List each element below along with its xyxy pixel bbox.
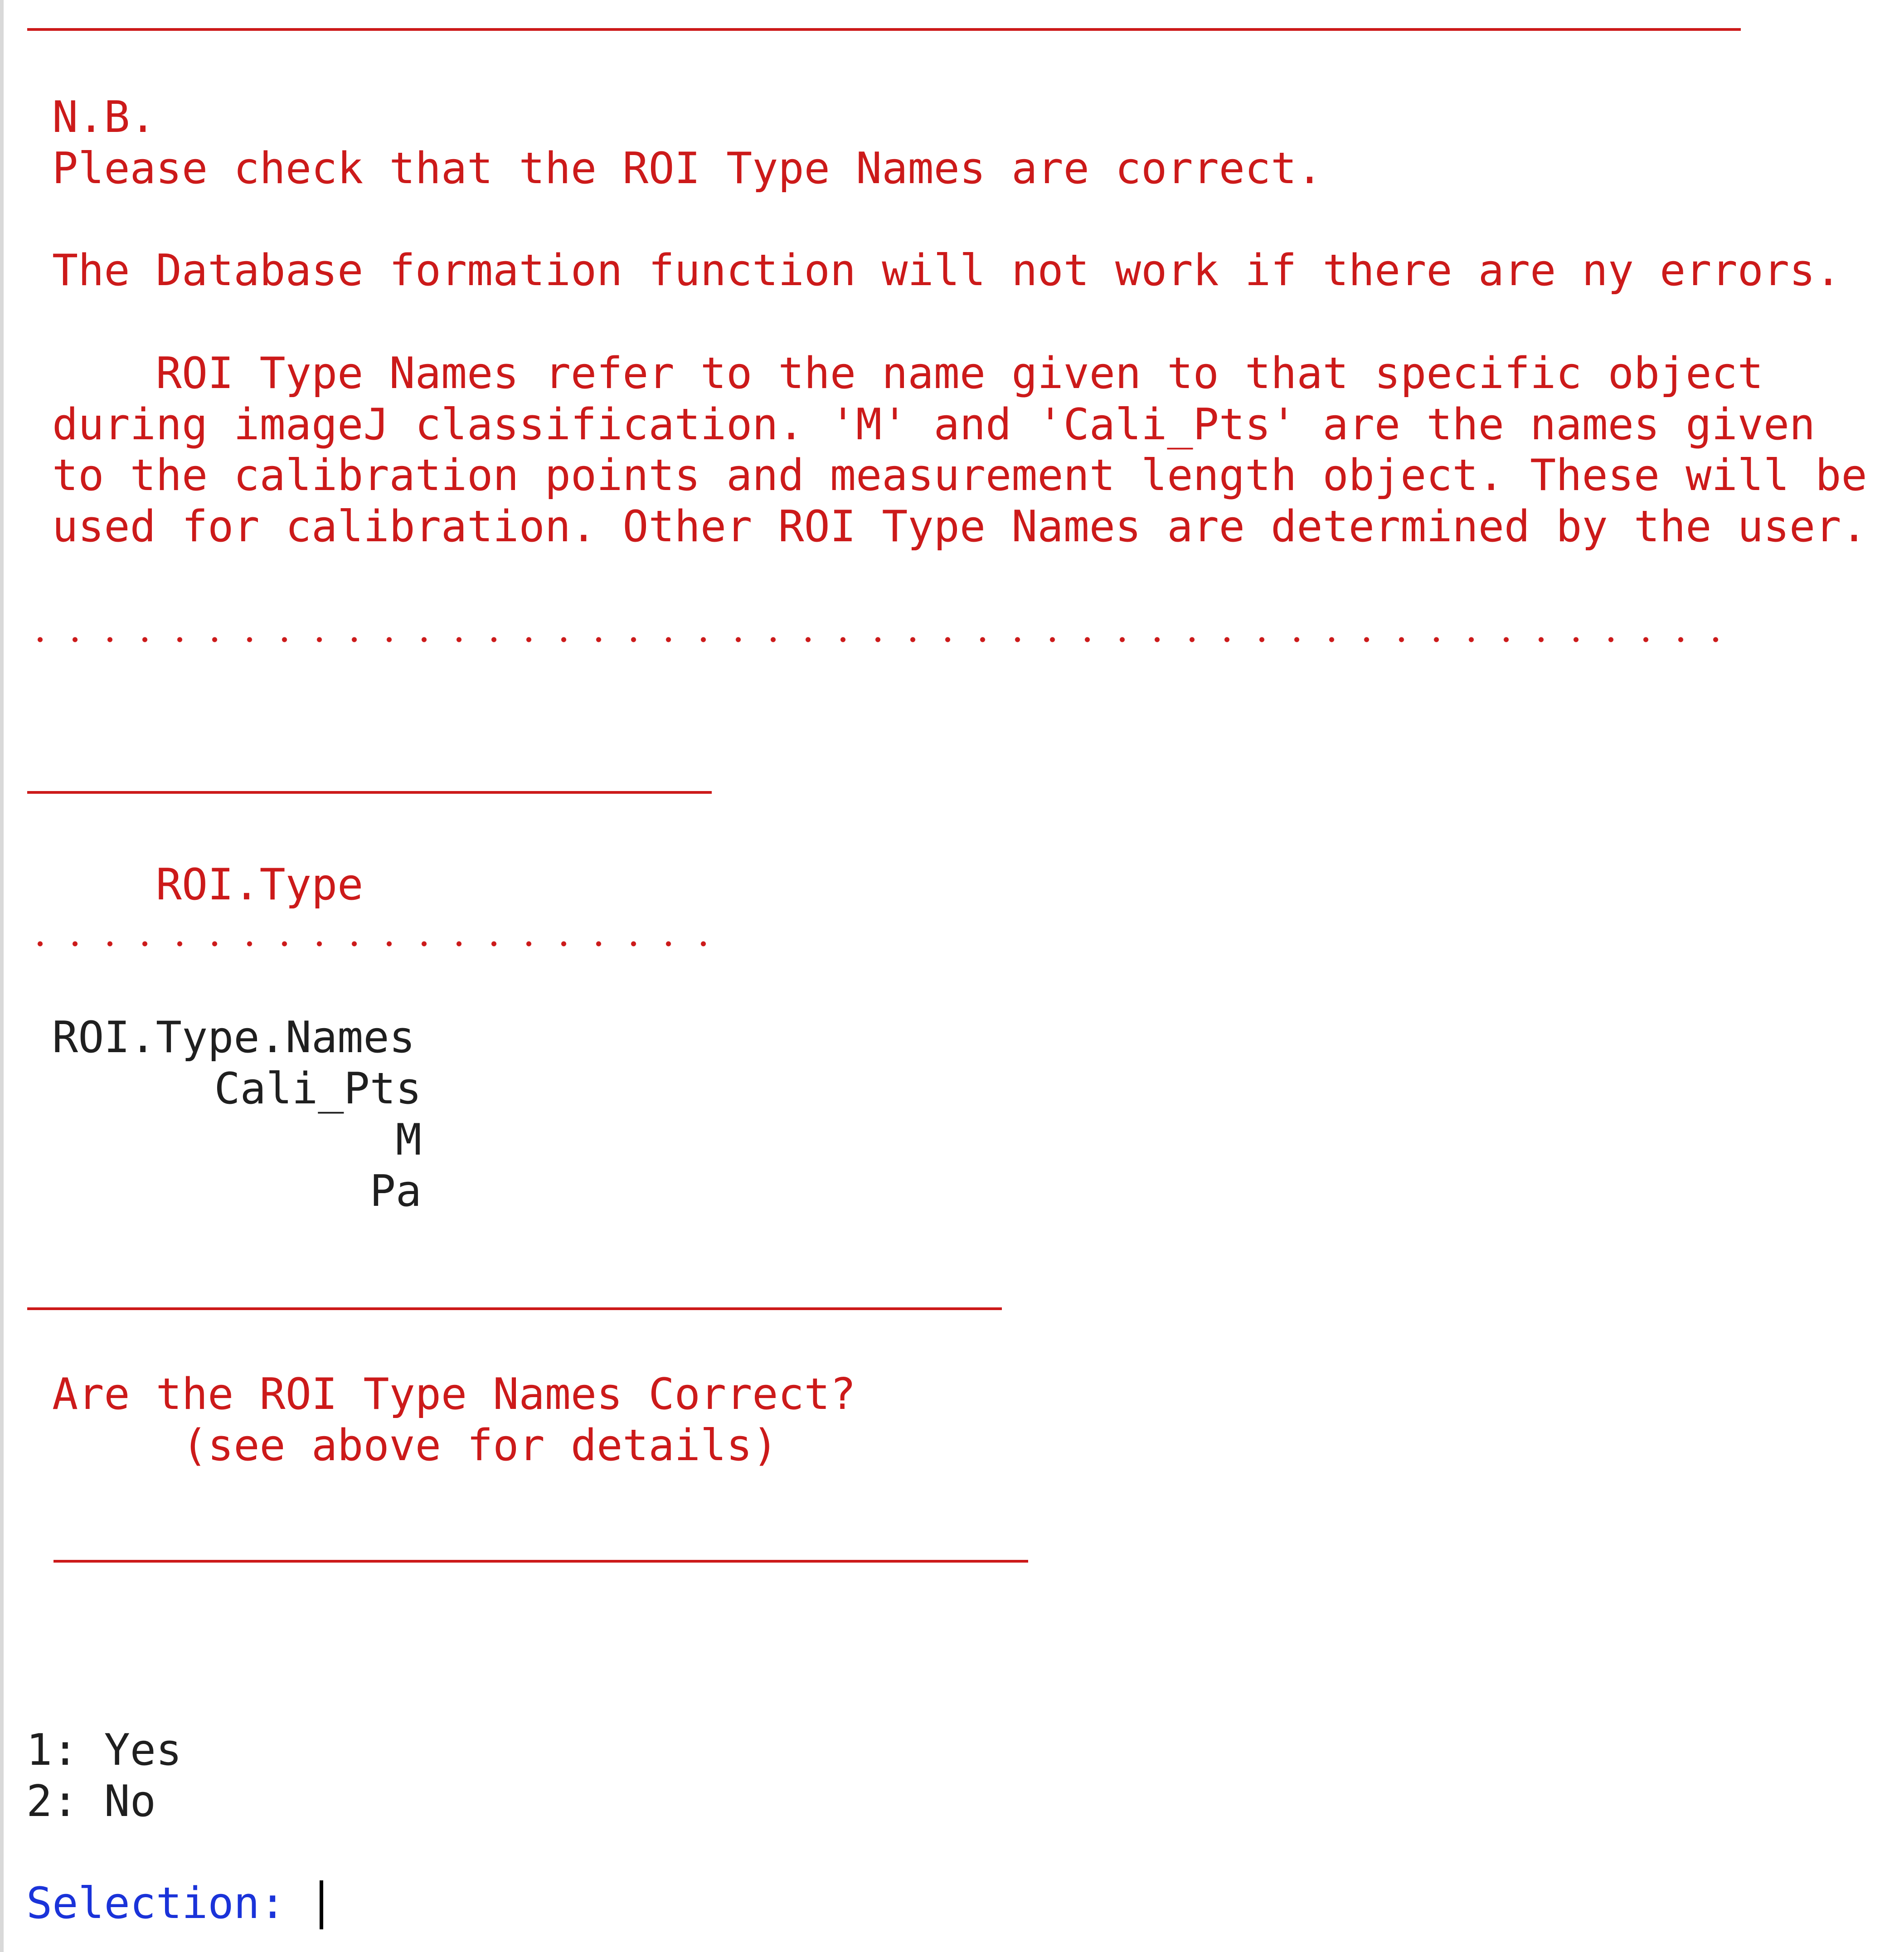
warning-line: The Database formation function will not…: [52, 246, 1841, 296]
explanation-line-2: during imageJ classification. 'M' and 'C…: [52, 400, 1816, 450]
table-row-pa: Pa: [369, 1166, 422, 1216]
table-row-cali-pts: Cali_Pts: [214, 1064, 422, 1114]
r-console-output: N.B. Please check that the ROI Type Name…: [0, 0, 1904, 1952]
top-rule: [27, 28, 1741, 31]
question-line: Are the ROI Type Names Correct?: [52, 1369, 856, 1419]
note-line: Please check that the ROI Type Names are…: [52, 144, 1323, 194]
table-row-m: M: [395, 1115, 422, 1165]
section-rule: [27, 791, 712, 794]
bottom-rule: [53, 1560, 1028, 1563]
explanation-line-4: used for calibration. Other ROI Type Nam…: [52, 502, 1867, 552]
text-cursor[interactable]: [320, 1880, 323, 1929]
question-rule: [27, 1307, 1002, 1310]
explanation-line-1: ROI Type Names refer to the name given t…: [52, 349, 1763, 398]
section-title: ROI.Type: [52, 860, 364, 910]
selection-prompt: Selection:: [26, 1879, 312, 1928]
question-hint: (see above for details): [52, 1421, 778, 1471]
note-header: N.B.: [52, 92, 156, 142]
explanation-line-3: to the calibration points and measuremen…: [52, 451, 1867, 500]
console-left-border: [0, 0, 4, 1952]
table-header: ROI.Type.Names: [52, 1013, 415, 1063]
dotted-separator: [23, 637, 1741, 642]
section-dotted-line: [23, 941, 734, 947]
option-no[interactable]: 2: No: [26, 1776, 156, 1827]
option-yes[interactable]: 1: Yes: [26, 1725, 182, 1776]
